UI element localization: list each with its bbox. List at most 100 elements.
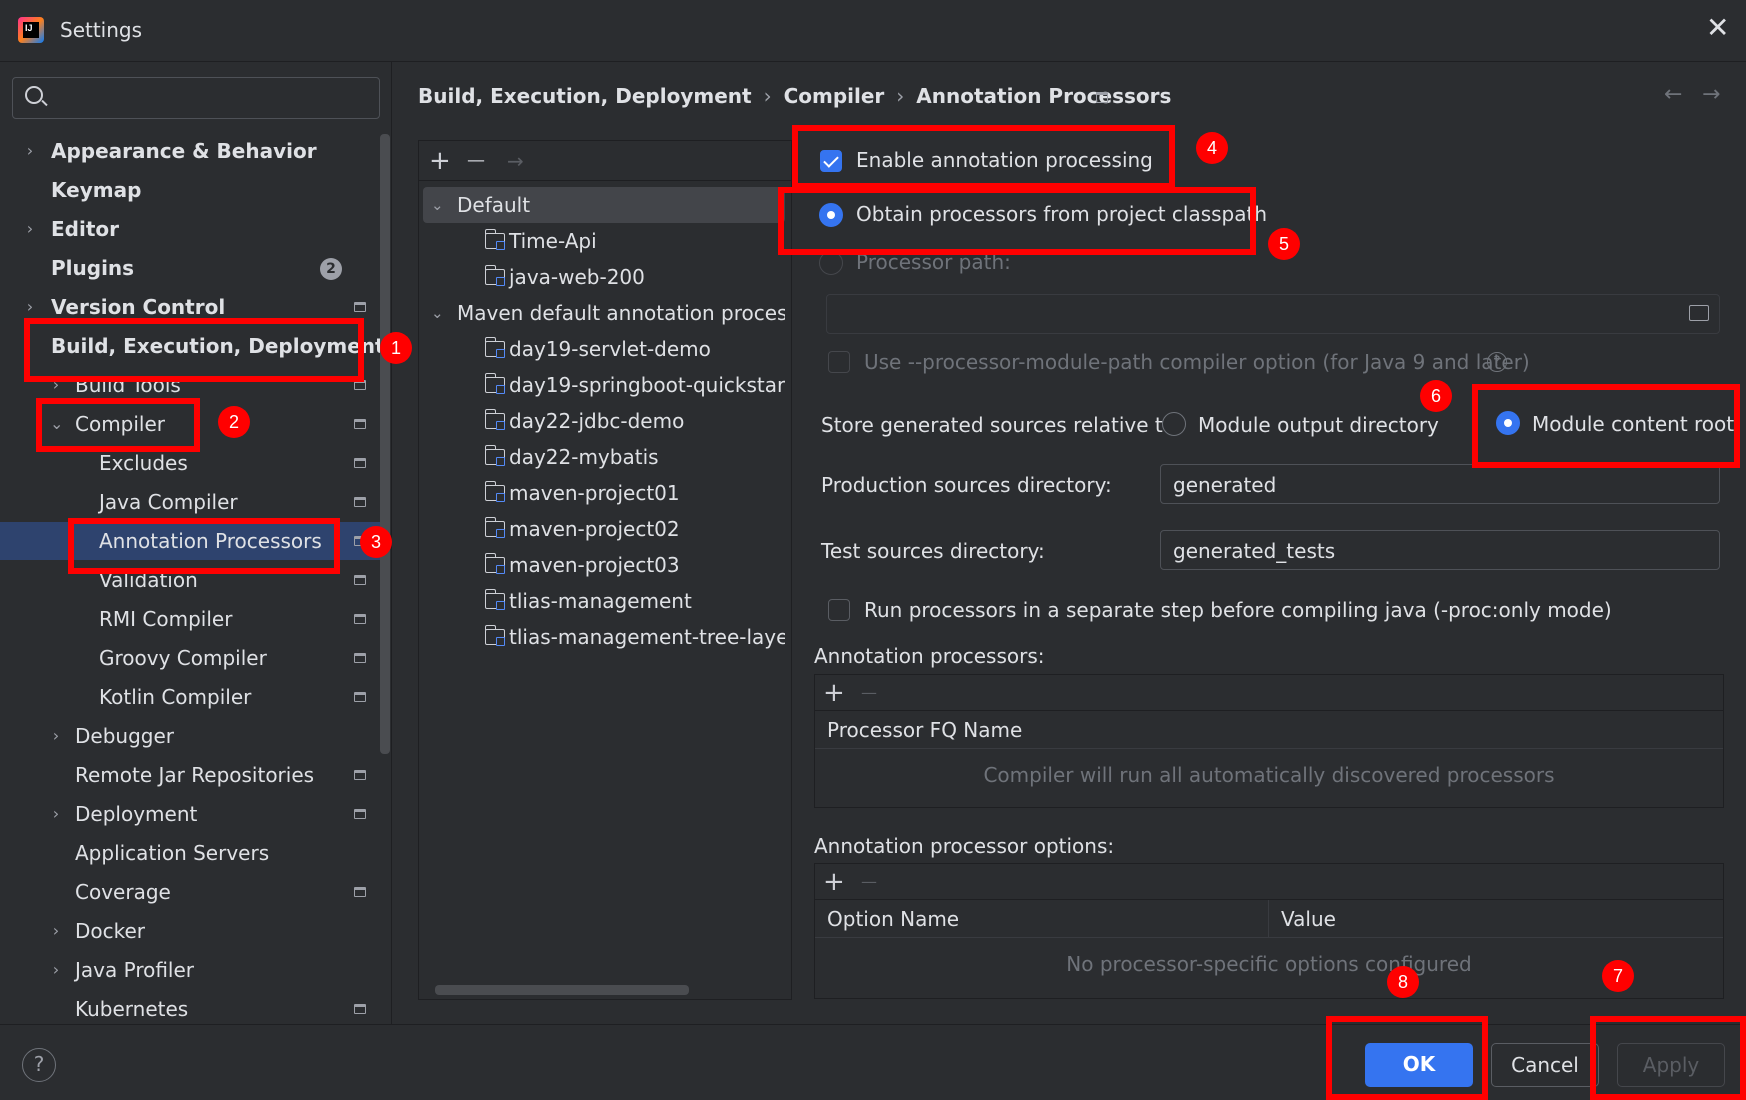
use-module-path-label: Use --processor-module-path compiler opt… [864, 350, 1530, 374]
processor-options-title: Annotation processor options: [814, 834, 1115, 858]
module-item[interactable]: maven-project02 [423, 511, 785, 547]
sidebar-scrollbar[interactable] [380, 134, 390, 754]
chevron-right-icon[interactable]: › [50, 795, 62, 833]
profile-default[interactable]: ⌄ Default [423, 187, 785, 223]
window-title: Settings [60, 18, 143, 42]
sidebar-item-docker[interactable]: › Docker [0, 912, 380, 950]
sidebar-item-label: Kotlin Compiler [99, 685, 252, 709]
processor-path-field[interactable] [826, 294, 1720, 334]
remove-processor-icon[interactable]: — [861, 675, 877, 711]
remove-option-icon[interactable]: — [861, 864, 877, 900]
chevron-right-icon[interactable]: › [50, 912, 62, 950]
annotation-box [778, 187, 1256, 255]
annotation-marker: 3 [360, 526, 392, 558]
profile-label: Default [457, 193, 531, 217]
test-dir-field[interactable] [1160, 530, 1720, 570]
breadcrumb-separator: › [896, 84, 905, 108]
module-item[interactable]: day19-servlet-demo [423, 331, 785, 367]
sidebar-item-appearance-behavior[interactable]: › Appearance & Behavior [0, 132, 380, 170]
project-level-icon [354, 692, 366, 702]
sidebar-item-debugger[interactable]: › Debugger [0, 717, 380, 755]
production-dir-input[interactable] [1173, 471, 1676, 499]
sidebar-item-groovy-compiler[interactable]: Groovy Compiler [0, 639, 380, 677]
add-processor-icon[interactable]: + [823, 675, 845, 711]
sidebar-item-keymap[interactable]: Keymap [0, 171, 380, 209]
module-item[interactable]: tlias-management-tree-layer [423, 619, 785, 655]
sidebar-item-java-profiler[interactable]: › Java Profiler [0, 951, 380, 989]
processor-path-input[interactable] [839, 301, 1642, 329]
profile-maven-default[interactable]: ⌄ Maven default annotation processor [423, 295, 785, 331]
module-item[interactable]: maven-project01 [423, 475, 785, 511]
module-tree-scrollbar[interactable] [435, 985, 689, 995]
run-separate-step-checkbox[interactable] [828, 599, 850, 621]
module-item[interactable]: day19-springboot-quickstart [423, 367, 785, 403]
column-header-processor-fq-name[interactable]: Processor FQ Name [815, 711, 1022, 749]
sidebar-item-label: Remote Jar Repositories [75, 763, 315, 787]
search-input[interactable] [57, 84, 367, 112]
chevron-down-icon[interactable]: ⌄ [431, 187, 444, 223]
sidebar-item-application-servers[interactable]: Application Servers [0, 834, 380, 872]
help-icon[interactable]: ? [1487, 352, 1507, 372]
move-to-profile-icon[interactable]: → [507, 141, 524, 181]
browse-folder-icon[interactable] [1689, 305, 1709, 321]
sidebar-item-java-compiler[interactable]: Java Compiler [0, 483, 380, 521]
search-icon [25, 86, 43, 104]
intellij-logo-icon: IJ [18, 17, 44, 43]
module-output-directory-radio[interactable] [1162, 412, 1186, 436]
back-arrow-icon[interactable]: ← [1664, 82, 1682, 107]
module-item[interactable]: java-web-200 [423, 259, 785, 295]
module-item[interactable]: maven-project03 [423, 547, 785, 583]
module-item[interactable]: day22-mybatis [423, 439, 785, 475]
add-option-icon[interactable]: + [823, 864, 845, 900]
profiles-toolbar: + — → [419, 141, 791, 181]
breadcrumb-item[interactable]: Compiler [784, 84, 885, 108]
module-label: maven-project01 [509, 481, 680, 505]
column-header-option-name[interactable]: Option Name [815, 900, 1269, 938]
module-item[interactable]: Time-Api [423, 223, 785, 259]
chevron-right-icon[interactable]: › [50, 951, 62, 989]
table-toolbar: + — [815, 864, 1723, 900]
project-level-icon [354, 497, 366, 507]
remove-profile-icon[interactable]: — [467, 141, 485, 181]
cancel-button[interactable]: Cancel [1491, 1043, 1599, 1087]
annotation-box [36, 398, 200, 452]
chevron-right-icon[interactable]: › [50, 717, 62, 755]
empty-table-text: No processor-specific options configured [1066, 952, 1472, 976]
annotation-marker: 4 [1196, 132, 1228, 164]
sidebar-item-plugins[interactable]: Plugins 2 [0, 249, 380, 287]
chevron-down-icon[interactable]: ⌄ [431, 295, 444, 331]
chevron-right-icon[interactable]: › [24, 210, 36, 248]
test-dir-input[interactable] [1173, 537, 1676, 565]
sidebar-item-kubernetes[interactable]: Kubernetes [0, 990, 380, 1028]
profile-label: Maven default annotation processor [457, 301, 785, 325]
module-label: Time-Api [509, 229, 597, 253]
project-level-icon [354, 1004, 366, 1014]
module-label: day22-jdbc-demo [509, 409, 685, 433]
sidebar-item-coverage[interactable]: Coverage [0, 873, 380, 911]
sidebar-item-kotlin-compiler[interactable]: Kotlin Compiler [0, 678, 380, 716]
module-label: day19-servlet-demo [509, 337, 711, 361]
module-item[interactable]: day22-jdbc-demo [423, 403, 785, 439]
breadcrumb-item[interactable]: Build, Execution, Deployment [418, 84, 752, 108]
help-button[interactable]: ? [22, 1048, 56, 1082]
add-profile-icon[interactable]: + [429, 141, 451, 181]
module-folder-icon [484, 409, 505, 430]
annotation-box [24, 318, 364, 382]
sidebar-item-deployment[interactable]: › Deployment [0, 795, 380, 833]
project-level-icon [354, 614, 366, 624]
settings-search-field[interactable] [12, 77, 380, 119]
module-item[interactable]: tlias-management [423, 583, 785, 619]
sidebar-item-rmi-compiler[interactable]: RMI Compiler [0, 600, 380, 638]
sidebar-item-remote-jar-repositories[interactable]: Remote Jar Repositories [0, 756, 380, 794]
production-dir-field[interactable] [1160, 464, 1720, 504]
sidebar-item-editor[interactable]: › Editor [0, 210, 380, 248]
run-separate-step-label: Run processors in a separate step before… [864, 598, 1612, 622]
use-module-path-checkbox[interactable] [828, 351, 850, 373]
project-level-icon [1096, 92, 1108, 103]
chevron-right-icon[interactable]: › [24, 132, 36, 170]
forward-arrow-icon[interactable]: → [1702, 82, 1720, 107]
column-header-value[interactable]: Value [1269, 900, 1336, 938]
close-icon[interactable]: ✕ [1706, 14, 1729, 42]
project-level-icon [354, 770, 366, 780]
annotation-processors-table: + — Processor FQ Name Compiler will run … [814, 674, 1724, 808]
